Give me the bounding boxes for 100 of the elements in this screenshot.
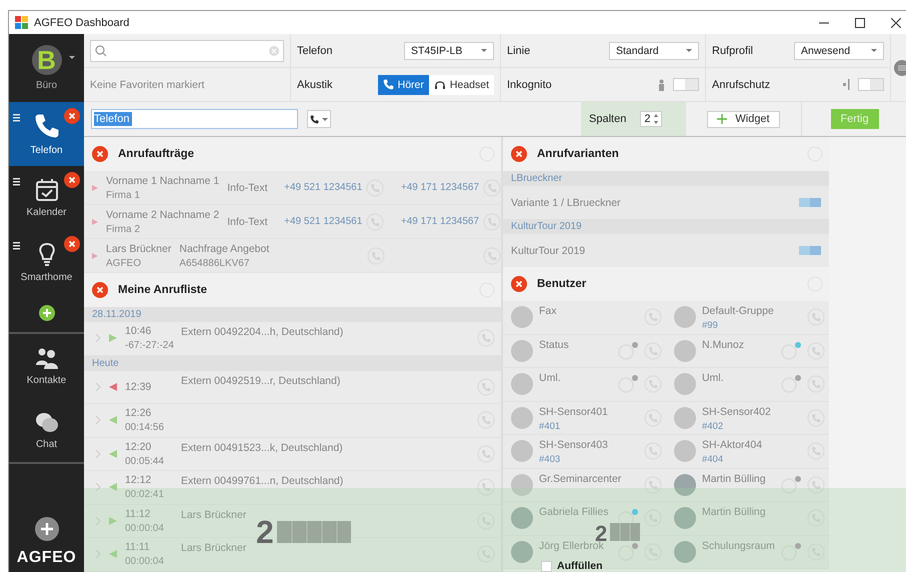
add-widget-button[interactable]: Widget bbox=[707, 110, 780, 128]
call-time: 12:39 bbox=[125, 380, 152, 393]
avatar-circle bbox=[674, 440, 696, 462]
caret-icon bbox=[322, 118, 328, 120]
photo-placeholder bbox=[511, 507, 533, 530]
avatar-circle bbox=[674, 406, 696, 429]
add-icon[interactable] bbox=[34, 517, 58, 541]
chevron-icon[interactable] bbox=[96, 450, 101, 458]
user-name: Martin Bülling bbox=[702, 472, 767, 484]
status-ring-icon bbox=[780, 478, 797, 494]
columns-label: Spalten bbox=[589, 113, 626, 125]
people-icon bbox=[34, 346, 58, 368]
chat-bubbles-icon bbox=[34, 410, 58, 432]
icon-dropdown[interactable] bbox=[307, 110, 331, 128]
avatar-circle bbox=[511, 474, 533, 496]
call-duration: 00:00:04 bbox=[125, 556, 165, 568]
call-duration: -67:-27:-24 bbox=[125, 340, 173, 352]
search-icon bbox=[95, 44, 107, 56]
setting-label: Akustik bbox=[297, 78, 332, 90]
user-name: N.Munoz bbox=[702, 338, 745, 350]
status-ring-icon bbox=[780, 544, 797, 561]
user-name: Uml. bbox=[539, 372, 562, 384]
sidebar-link[interactable]: Chat bbox=[9, 398, 84, 462]
date-header: Heute bbox=[84, 356, 501, 370]
user-name: SH-Aktor404 bbox=[702, 439, 764, 451]
remove-icon[interactable] bbox=[64, 108, 80, 124]
sidebar-link[interactable]: Kontakte bbox=[9, 334, 84, 398]
setting-label: Linie bbox=[507, 44, 530, 56]
company-name: Firma 1 bbox=[106, 190, 141, 200]
avatar-circle bbox=[511, 373, 533, 396]
status-ring-icon bbox=[618, 377, 634, 394]
checkbox-label[interactable]: Auffüllen bbox=[557, 560, 602, 572]
phone-icon bbox=[382, 79, 394, 90]
call-duration: 00:05:44 bbox=[125, 456, 165, 467]
dropdown[interactable]: Standard bbox=[609, 42, 699, 60]
menu-icon[interactable] bbox=[13, 178, 20, 186]
call-duration: 00:14:56 bbox=[125, 422, 165, 434]
caret-icon bbox=[686, 49, 692, 52]
window-title: AGFEO Dashboard bbox=[34, 16, 130, 28]
person-icon bbox=[658, 78, 665, 90]
dropdown[interactable]: ST45IP-LB bbox=[404, 42, 494, 60]
user-name: Status bbox=[539, 338, 570, 350]
play-arrow-icon[interactable] bbox=[92, 218, 98, 224]
incoming-arrow-icon bbox=[109, 550, 117, 558]
caller-name: Extern 00499761...n, Deutschland) bbox=[181, 475, 344, 487]
outgoing-arrow-icon bbox=[109, 334, 117, 342]
search-field[interactable] bbox=[90, 40, 284, 62]
caret-icon bbox=[481, 49, 487, 52]
call-icon bbox=[806, 476, 825, 494]
variant-name: KulturTour 2019 bbox=[511, 244, 586, 256]
company-name: AGFEO bbox=[106, 258, 142, 268]
sidebar-tab[interactable]: Telefon bbox=[9, 102, 84, 166]
segment-button[interactable]: Headset bbox=[428, 74, 494, 94]
checkbox[interactable] bbox=[541, 560, 552, 572]
call-icon bbox=[477, 478, 495, 496]
menu-icon[interactable] bbox=[13, 114, 20, 122]
avatar-circle bbox=[511, 440, 533, 462]
toggle-switch[interactable] bbox=[798, 246, 821, 255]
play-arrow-icon[interactable] bbox=[92, 252, 98, 258]
info-text: A654886LKV67 bbox=[179, 258, 250, 268]
photo-placeholder bbox=[674, 507, 696, 530]
avatar-circle bbox=[674, 373, 696, 396]
add-icon[interactable] bbox=[38, 305, 54, 321]
menu-icon[interactable] bbox=[13, 242, 20, 250]
toggle-switch[interactable] bbox=[858, 78, 884, 91]
call-duration: 00:02:41 bbox=[125, 489, 165, 500]
headset-icon bbox=[434, 79, 446, 90]
dropdown[interactable]: Anwesend bbox=[794, 42, 884, 60]
chevron-icon[interactable] bbox=[96, 334, 101, 342]
remove-icon[interactable] bbox=[64, 236, 80, 252]
status-ring-icon bbox=[618, 544, 634, 561]
call-time: 10:46 bbox=[125, 325, 152, 338]
agfeo-logo: AGFEO bbox=[16, 549, 78, 568]
play-arrow-icon[interactable] bbox=[92, 184, 98, 190]
chevron-icon[interactable] bbox=[96, 416, 101, 424]
segment-button[interactable]: Hörer bbox=[378, 74, 429, 94]
caller-name: Lars Brückner bbox=[181, 508, 248, 520]
user-name: Fax bbox=[539, 305, 558, 317]
caller-name: Extern 00491523...k, Deutschland) bbox=[181, 442, 344, 454]
favorites-hint: Keine Favoriten markiert bbox=[90, 78, 204, 90]
placeholder-blocks-icon bbox=[276, 521, 351, 543]
incoming-arrow-icon bbox=[109, 450, 117, 458]
clear-icon[interactable] bbox=[269, 46, 279, 56]
chevron-icon[interactable] bbox=[96, 382, 101, 391]
setting-label: Telefon bbox=[297, 44, 332, 56]
status-ring-icon bbox=[780, 344, 797, 360]
columns-spinner[interactable]: 2 bbox=[640, 111, 662, 127]
toggle-switch[interactable] bbox=[673, 78, 699, 91]
profile-avatar[interactable]: B bbox=[32, 45, 62, 75]
chevron-icon[interactable] bbox=[96, 483, 101, 492]
info-text: Info-Text bbox=[227, 216, 268, 228]
caret-icon[interactable] bbox=[69, 56, 75, 59]
avatar-circle bbox=[674, 306, 696, 328]
user-name: Gabriela Fillies bbox=[539, 506, 610, 518]
maximize-icon[interactable] bbox=[855, 18, 865, 28]
spinner-arrows-icon bbox=[654, 114, 658, 124]
remove-icon[interactable] bbox=[64, 172, 80, 188]
placeholder-blocks-icon bbox=[610, 523, 640, 541]
toggle-switch[interactable] bbox=[798, 198, 821, 207]
close-icon[interactable] bbox=[891, 18, 901, 28]
